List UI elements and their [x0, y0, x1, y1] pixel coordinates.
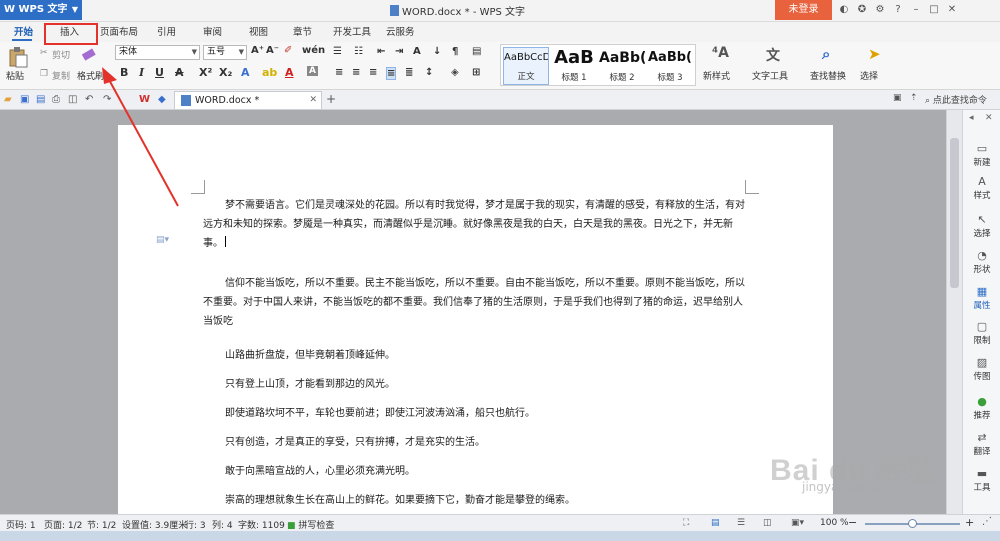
watermark-url: jingyan.baidu.com	[802, 480, 913, 494]
